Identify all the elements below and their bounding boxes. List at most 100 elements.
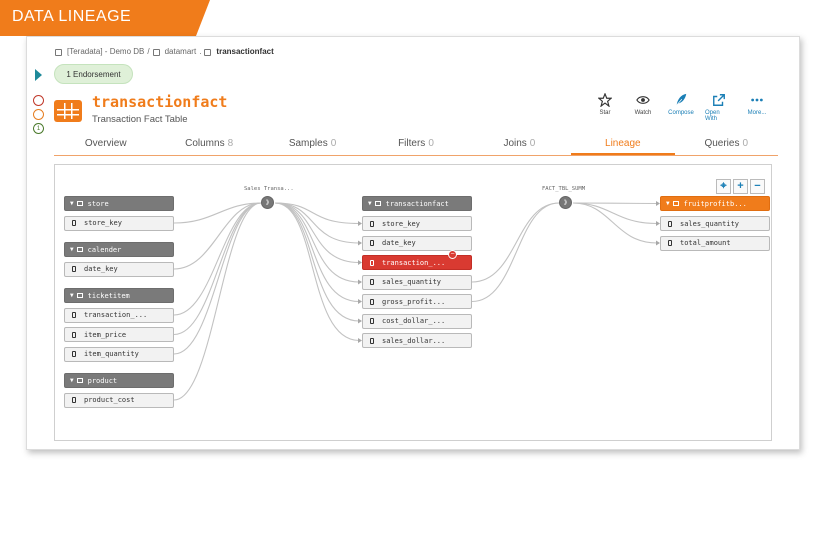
center-column[interactable]: sales_dollar... bbox=[362, 333, 472, 348]
zoom-in-button[interactable]: + bbox=[733, 179, 748, 194]
status-green-count: 1 bbox=[36, 125, 41, 132]
column-icon bbox=[370, 259, 374, 266]
column-icon bbox=[72, 220, 76, 226]
node-label: ticketitem bbox=[87, 291, 130, 300]
star-icon bbox=[598, 93, 612, 107]
open-with-button[interactable]: Open With bbox=[705, 93, 733, 122]
source-column[interactable]: transaction_... bbox=[64, 307, 174, 323]
node-label: product_cost bbox=[84, 396, 135, 404]
page-title: transactionfact bbox=[92, 93, 228, 111]
zoom-controls: ⌖ + − bbox=[716, 179, 765, 194]
tab-label: Queries bbox=[704, 138, 740, 149]
tab-filters[interactable]: Filters 0 bbox=[364, 134, 467, 155]
source-table-ticketitem[interactable]: ▼ ticketitem bbox=[64, 288, 174, 303]
status-red-icon[interactable] bbox=[33, 95, 44, 106]
target-column[interactable]: total_amount bbox=[660, 235, 770, 251]
lineage-canvas[interactable]: ⌖ + − ▼ store store_key ▼ calender date_key ▼ t… bbox=[54, 164, 772, 441]
tab-label: Joins bbox=[503, 138, 527, 149]
process-sales-transactions-label: Sales Transa... bbox=[244, 186, 294, 192]
collapse-caret-icon[interactable]: ▼ bbox=[70, 377, 74, 384]
source-table-product[interactable]: ▼ product bbox=[64, 373, 174, 388]
eye-icon bbox=[636, 96, 650, 104]
node-label: fruitprofitb... bbox=[683, 199, 747, 208]
node-label: store bbox=[87, 199, 109, 208]
watch-button[interactable]: Watch bbox=[629, 93, 657, 122]
target-table-header[interactable]: ▼ fruitprofitb... bbox=[660, 196, 770, 211]
banner-label: DATA LINEAGE bbox=[12, 8, 132, 25]
column-icon bbox=[370, 240, 374, 246]
source-column[interactable]: product_cost bbox=[64, 392, 174, 408]
node-label: transactionfact bbox=[385, 199, 449, 208]
collapse-caret-icon[interactable]: ▼ bbox=[70, 200, 74, 207]
tab-queries[interactable]: Queries 0 bbox=[675, 134, 778, 155]
collapse-minus-icon[interactable]: − bbox=[448, 250, 457, 259]
zoom-fit-button[interactable]: ⌖ bbox=[716, 179, 731, 194]
table-icon bbox=[672, 201, 679, 206]
source-table-calender[interactable]: ▼ calender bbox=[64, 242, 174, 257]
table-icon bbox=[374, 201, 381, 206]
page-subtitle: Transaction Fact Table bbox=[92, 114, 188, 125]
target-column[interactable]: sales_quantity bbox=[660, 216, 770, 231]
source-column[interactable]: item_quantity bbox=[64, 346, 174, 362]
breadcrumb-source[interactable]: [Teradata] - Demo DB bbox=[67, 47, 144, 56]
source-column[interactable]: store_key bbox=[64, 215, 174, 231]
node-label: item_quantity bbox=[84, 350, 139, 358]
process-fact-tbl-summ-icon[interactable]: ⟫ bbox=[559, 196, 572, 209]
table-icon bbox=[76, 293, 83, 298]
status-green-icon[interactable]: 1 bbox=[33, 123, 44, 134]
collapse-caret-icon[interactable]: ▼ bbox=[70, 246, 74, 253]
lineage-edge bbox=[173, 202, 262, 401]
column-icon bbox=[668, 240, 672, 246]
process-sales-transactions-icon[interactable]: ⟫ bbox=[261, 196, 274, 209]
compose-label: Compose bbox=[668, 110, 694, 116]
column-icon bbox=[370, 298, 374, 305]
center-table-header[interactable]: ▼ transactionfact bbox=[362, 196, 472, 211]
lineage-edge bbox=[173, 202, 262, 355]
action-bar: Star Watch Compose Open With More... bbox=[591, 93, 771, 122]
center-column[interactable]: date_key bbox=[362, 235, 472, 251]
database-icon bbox=[55, 49, 62, 56]
node-label: product bbox=[87, 376, 118, 385]
center-column[interactable]: sales_quantity bbox=[362, 274, 472, 290]
tab-lineage[interactable]: Lineage bbox=[571, 134, 675, 155]
endorsement-badge[interactable]: 1 Endorsement bbox=[54, 64, 133, 84]
node-label: store_key bbox=[382, 219, 420, 228]
expand-sidebar-icon[interactable] bbox=[35, 69, 42, 81]
node-label: cost_dollar_... bbox=[382, 317, 446, 325]
tab-label: Overview bbox=[84, 138, 127, 149]
status-orange-icon[interactable] bbox=[33, 109, 44, 120]
tab-bar: Overview Columns 8 Samples 0 Filters 0 Join… bbox=[54, 134, 778, 156]
node-label: transaction_... bbox=[84, 311, 148, 319]
tab-label: Columns bbox=[185, 138, 225, 149]
collapse-caret-icon[interactable]: ▼ bbox=[666, 200, 670, 207]
lineage-screenshot: DATA LINEAGE [Teradata] - Demo DB / data… bbox=[0, 0, 828, 551]
collapse-caret-icon[interactable]: ▼ bbox=[70, 292, 74, 299]
tab-samples[interactable]: Samples 0 bbox=[261, 134, 364, 155]
tab-label: Lineage bbox=[605, 138, 641, 149]
column-icon bbox=[72, 351, 76, 357]
tab-joins[interactable]: Joins 0 bbox=[468, 134, 571, 155]
breadcrumb: [Teradata] - Demo DB / datamart . transa… bbox=[55, 47, 274, 56]
external-link-icon bbox=[713, 94, 725, 106]
star-label: Star bbox=[599, 110, 611, 116]
collapse-caret-icon[interactable]: ▼ bbox=[368, 200, 372, 207]
zoom-out-button[interactable]: − bbox=[750, 179, 765, 194]
source-column[interactable]: date_key bbox=[64, 261, 174, 277]
more-button[interactable]: More... bbox=[743, 93, 771, 122]
center-column[interactable]: gross_profit... bbox=[362, 294, 472, 309]
star-button[interactable]: Star bbox=[591, 93, 619, 122]
tab-columns[interactable]: Columns 8 bbox=[157, 134, 260, 155]
lineage-edge bbox=[274, 202, 360, 303]
breadcrumb-schema[interactable]: datamart bbox=[165, 47, 197, 56]
compose-button[interactable]: Compose bbox=[667, 93, 695, 122]
tab-overview[interactable]: Overview bbox=[54, 134, 157, 155]
source-table-store[interactable]: ▼ store bbox=[64, 196, 174, 211]
center-column[interactable]: store_key bbox=[362, 216, 472, 231]
status-indicators: 1 bbox=[33, 95, 44, 137]
table-icon bbox=[76, 201, 83, 206]
source-column[interactable]: item_price bbox=[64, 327, 174, 342]
table-small-icon bbox=[204, 49, 212, 56]
column-icon bbox=[370, 318, 374, 324]
center-column[interactable]: cost_dollar_... bbox=[362, 313, 472, 329]
node-label: sales_dollar... bbox=[382, 336, 446, 345]
